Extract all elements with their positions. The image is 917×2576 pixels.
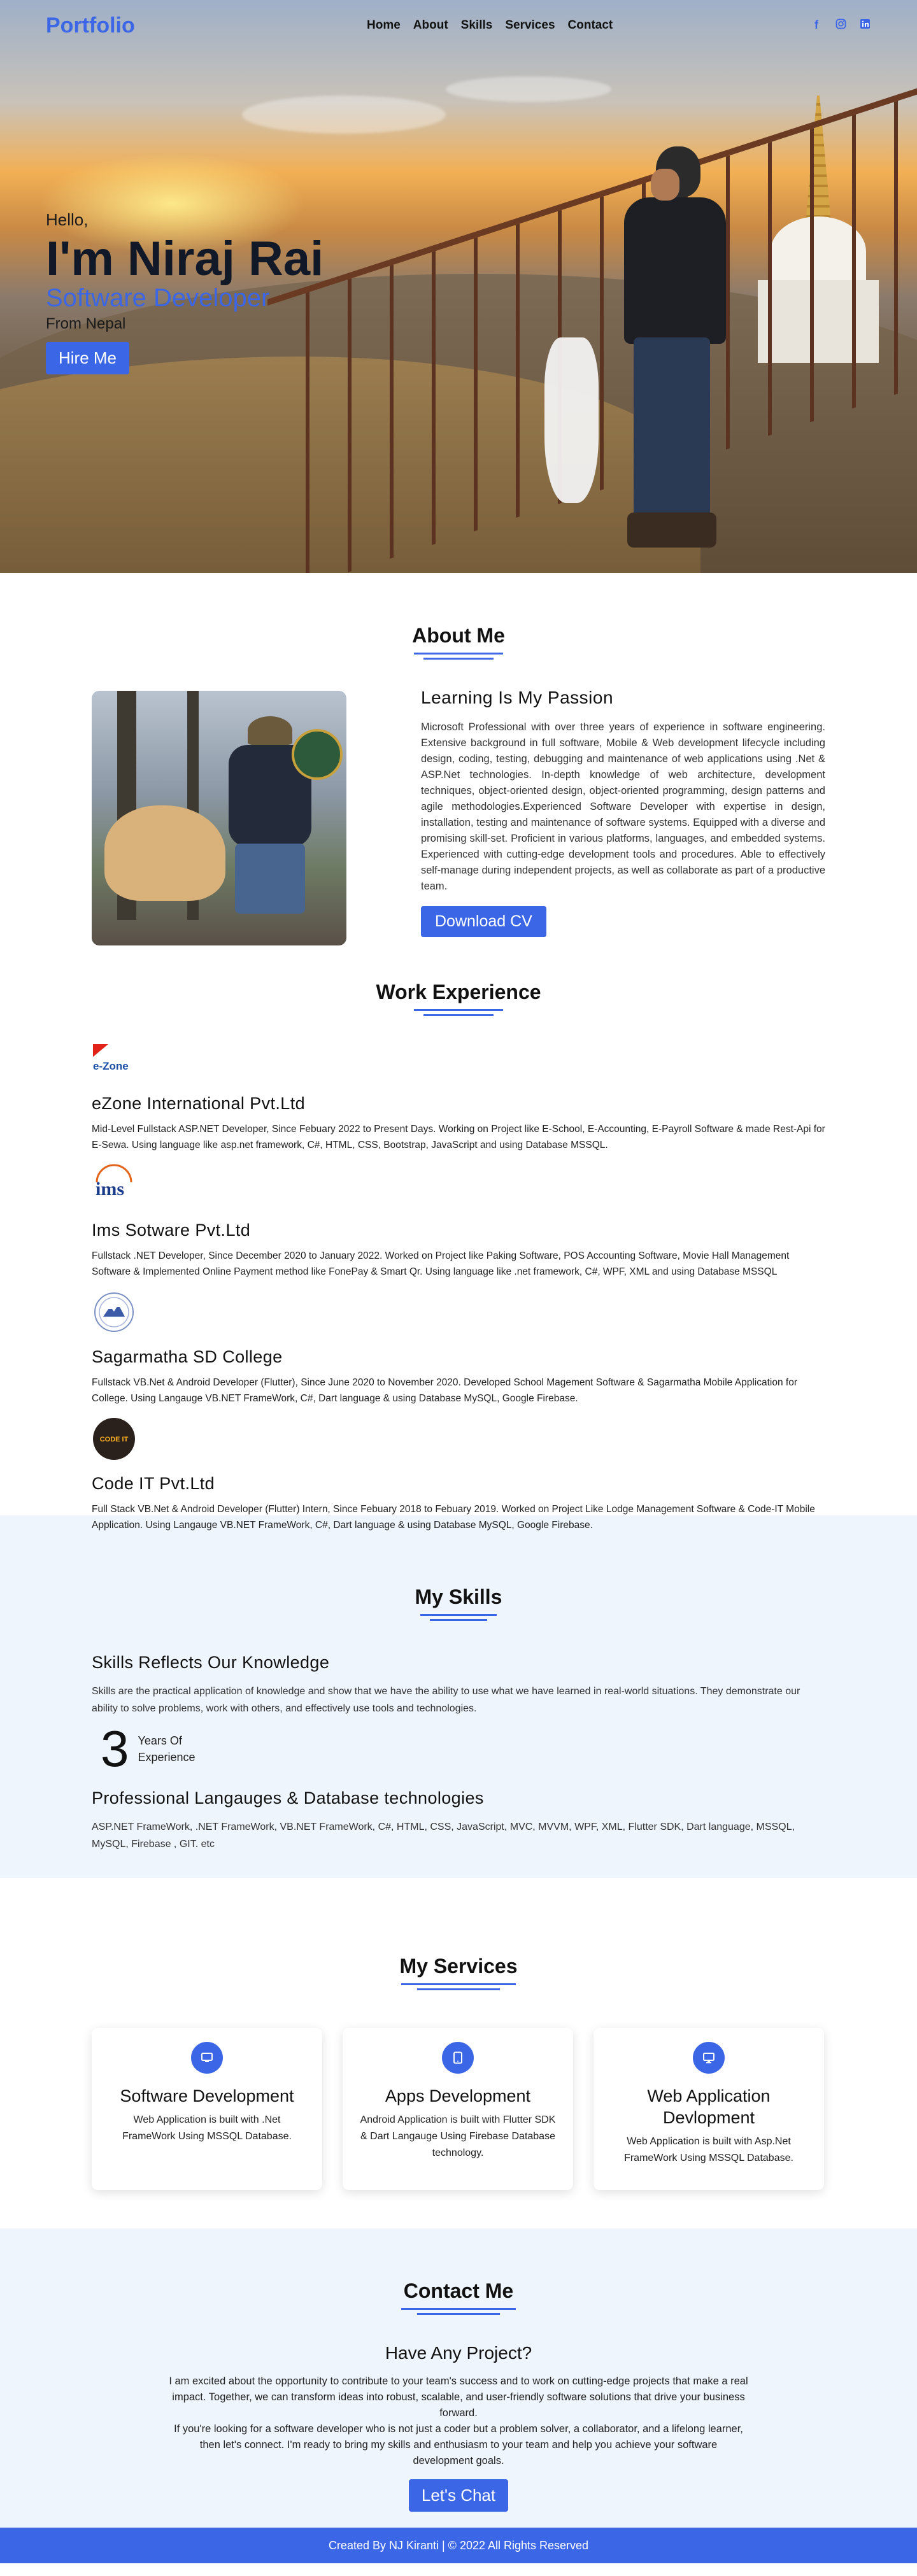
download-cv-button[interactable]: Download CV — [421, 906, 546, 937]
experience-item: CODE IT Code IT Pvt.Ltd Full Stack VB.Ne… — [92, 1417, 825, 1533]
nav-about[interactable]: About — [413, 18, 448, 32]
ezone-logo: e-Zone — [92, 1037, 136, 1081]
footer: Created By NJ Kiranti | © 2022 All Right… — [0, 2528, 917, 2563]
company-name: eZone International Pvt.Ltd — [92, 1094, 306, 1113]
skills-description: Skills are the practical application of … — [92, 1686, 800, 1714]
cloud — [446, 76, 611, 102]
about-photo — [92, 691, 346, 945]
title-underline — [401, 2308, 516, 2310]
title-underline — [401, 1983, 516, 1985]
logo[interactable]: Portfolio — [46, 13, 135, 38]
service-title: Apps Development — [385, 2086, 531, 2105]
title-underline — [414, 653, 503, 655]
contact-section: Contact Me Have Any Project? I am excite… — [0, 2228, 917, 2528]
sagarmatha-logo — [92, 1290, 136, 1334]
hero-role: Software Developer — [46, 284, 270, 312]
company-description: Fullstack VB.Net & Android Developer (Fl… — [92, 1377, 797, 1404]
experience-title: Work Experience — [376, 980, 541, 1003]
about-heading: Learning Is My Passion — [421, 688, 614, 707]
service-description: Android Application is built with Flutte… — [360, 2114, 556, 2158]
tech-heading: Professional Langauges & Database techno… — [92, 1788, 484, 1808]
title-underline — [417, 1988, 500, 1990]
skills-section: My Skills Skills Reflects Our Knowledge … — [0, 1515, 917, 1878]
services-title: My Services — [399, 1955, 518, 1978]
hire-me-button[interactable]: Hire Me — [46, 342, 130, 374]
title-underline — [420, 1614, 497, 1616]
nav-home[interactable]: Home — [367, 18, 401, 32]
title-underline — [423, 658, 494, 660]
hero-name: I'm Niraj Rai — [46, 232, 324, 286]
tech-list: ASP.NET FrameWork, .NET FrameWork, VB.NE… — [92, 1822, 795, 1850]
scarf-image — [544, 337, 599, 503]
experience-item: e-Zone eZone International Pvt.Ltd Mid-L… — [92, 1037, 825, 1153]
nav-menu: Home About Skills Services Contact — [367, 18, 613, 32]
skills-title: My Skills — [415, 1585, 502, 1608]
service-description: Web Application is built with .Net Frame… — [122, 2114, 292, 2142]
facebook-icon[interactable]: f — [810, 18, 823, 32]
about-section: About Me Learning Is My Passion Microsof… — [0, 573, 917, 968]
service-card: Software Development Web Application is … — [92, 2028, 322, 2190]
title-underline — [430, 1619, 487, 1621]
nav-contact[interactable]: Contact — [568, 18, 613, 32]
experience-item: Sagarmatha SD College Fullstack VB.Net &… — [92, 1290, 825, 1406]
years-label-line: Years Of — [138, 1734, 182, 1747]
ims-logo: ims — [92, 1163, 136, 1208]
experience-section: Work Experience e-Zone eZone Internation… — [0, 968, 917, 1531]
hero-location: From Nepal — [46, 315, 126, 332]
company-name: Code IT Pvt.Ltd — [92, 1474, 215, 1493]
about-title: About Me — [412, 624, 505, 647]
nav-skills[interactable]: Skills — [461, 18, 493, 32]
company-name: Sagarmatha SD College — [92, 1347, 283, 1366]
hero-section: Portfolio Home About Skills Services Con… — [0, 0, 917, 573]
hero-person-image — [611, 146, 739, 554]
service-description: Web Application is built with Asp.Net Fr… — [624, 2136, 793, 2163]
years-label-line: Experience — [138, 1751, 195, 1764]
ims-logo-text: ims — [96, 1178, 124, 1200]
service-title: Software Development — [120, 2086, 294, 2105]
company-description: Mid-Level Fullstack ASP.NET Developer, S… — [92, 1124, 825, 1150]
years-number: 3 — [101, 1720, 129, 1777]
contact-text: If you're looking for a software develop… — [174, 2423, 743, 2466]
years-label: Years Of Experience — [138, 1732, 195, 1766]
service-title: Web Application Devlopment — [647, 2086, 771, 2127]
footer-text: Created By NJ Kiranti | © 2022 All Right… — [328, 2538, 589, 2552]
desktop-icon — [693, 2042, 725, 2074]
about-description: Microsoft Professional with over three y… — [421, 721, 825, 892]
monitor-icon — [191, 2042, 223, 2074]
instagram-icon[interactable] — [834, 18, 847, 32]
experience-list: e-Zone eZone International Pvt.Ltd Mid-L… — [92, 1037, 825, 1533]
hero-intro: Hello, I'm Niraj Rai Software Developer … — [46, 210, 323, 374]
services-section: My Services Software Development Web App… — [0, 1878, 917, 2228]
codeit-logo: CODE IT — [92, 1417, 136, 1461]
about-content: Learning Is My Passion Microsoft Profess… — [421, 688, 825, 937]
linkedin-icon[interactable] — [858, 18, 871, 32]
company-name: Ims Sotware Pvt.Ltd — [92, 1221, 251, 1240]
service-card: Web Application Devlopment Web Applicati… — [594, 2028, 824, 2190]
contact-title: Contact Me — [403, 2279, 514, 2302]
title-underline — [414, 1009, 503, 1011]
company-description: Fullstack .NET Developer, Since December… — [92, 1250, 790, 1277]
title-underline — [417, 2313, 500, 2315]
codeit-logo-text: CODE IT — [100, 1436, 129, 1443]
title-underline — [423, 1014, 494, 1016]
service-cards: Software Development Web Application is … — [92, 2028, 824, 2190]
cloud — [242, 96, 446, 134]
social-links: f — [810, 18, 871, 32]
nav-services[interactable]: Services — [505, 18, 555, 32]
contact-heading: Have Any Project? — [385, 2343, 532, 2363]
years-experience: 3 Years Of Experience — [92, 1723, 825, 1774]
navbar: Portfolio Home About Skills Services Con… — [0, 0, 917, 51]
lets-chat-button[interactable]: Let's Chat — [408, 2479, 509, 2512]
service-card: Apps Development Android Application is … — [343, 2028, 573, 2190]
contact-text: I am excited about the opportunity to co… — [169, 2375, 748, 2419]
ezone-logo-text: e-Zone — [93, 1060, 129, 1072]
skills-heading: Skills Reflects Our Knowledge — [92, 1653, 330, 1672]
tablet-icon — [442, 2042, 474, 2074]
hero-greeting: Hello, — [46, 210, 89, 229]
experience-item: ims Ims Sotware Pvt.Ltd Fullstack .NET D… — [92, 1163, 825, 1280]
